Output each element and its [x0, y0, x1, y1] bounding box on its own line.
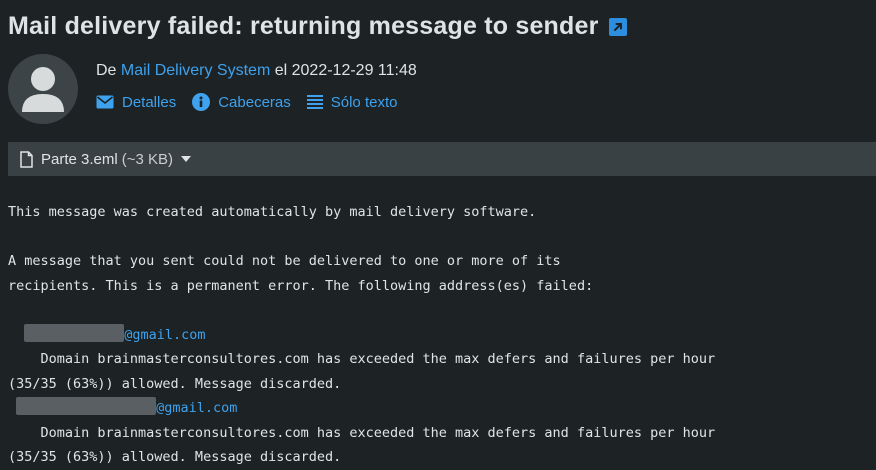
user-avatar-icon: [8, 54, 78, 124]
message-view: Mail delivery failed: returning message …: [0, 0, 876, 470]
from-line: De Mail Delivery System el 2022-12-29 11…: [96, 62, 417, 80]
message-actions: Detalles Cabeceras Sólo texto: [96, 93, 413, 111]
attachment-name: Parte 3.eml: [41, 150, 118, 168]
lines-icon: [306, 95, 323, 109]
subject-row: Mail delivery failed: returning message …: [8, 12, 627, 41]
attachment-size: (~3 KB): [121, 150, 173, 168]
envelope-icon: [96, 95, 114, 109]
message-subject: Mail delivery failed: returning message …: [8, 12, 599, 40]
error-line: (35/35 (63%)) allowed. Message discarded…: [8, 449, 342, 465]
error-line: (35/35 (63%)) allowed. Message discarded…: [8, 375, 342, 392]
attachment-bar: Parte 3.eml (~3 KB): [8, 142, 876, 176]
body-blank-line: [8, 298, 715, 323]
attachment-item[interactable]: Parte 3.eml (~3 KB): [20, 151, 191, 168]
redacted-address: [24, 323, 125, 342]
from-prefix: De: [96, 62, 117, 79]
details-button[interactable]: Detalles: [96, 94, 176, 111]
message-body: This message was created automatically b…: [8, 200, 715, 470]
plain-text-button[interactable]: Sólo texto: [306, 93, 398, 111]
message-date: 2022-12-29 11:48: [291, 62, 417, 79]
file-icon: [20, 150, 33, 168]
headers-label: Cabeceras: [218, 93, 291, 111]
external-link-icon[interactable]: [608, 17, 627, 36]
recipient-domain-link[interactable]: @gmail.com: [124, 327, 205, 343]
sender-link[interactable]: Mail Delivery System: [121, 62, 270, 79]
redacted-address: [16, 397, 157, 415]
headers-button[interactable]: Cabeceras: [192, 93, 291, 111]
info-icon: [192, 93, 211, 111]
body-line: recipients. This is a permanent error. T…: [8, 277, 594, 294]
plain-text-label: Sólo texto: [330, 93, 398, 111]
body-line: This message was created automatically b…: [8, 204, 537, 220]
body-line: A message that you sent could not be del…: [8, 253, 561, 269]
caret-down-icon[interactable]: [180, 156, 191, 162]
error-line: Domain brainmasterconsultores.com has ex…: [8, 424, 716, 441]
failed-recipient-2: @gmail.com: [8, 396, 715, 421]
recipient-domain-link[interactable]: @gmail.com: [156, 400, 237, 416]
failed-recipient-1: @gmail.com: [8, 323, 715, 348]
date-prefix: el: [274, 62, 288, 79]
details-label: Detalles: [122, 93, 177, 111]
error-line: Domain brainmasterconsultores.com has ex…: [8, 351, 716, 367]
body-blank-line: [8, 225, 715, 250]
